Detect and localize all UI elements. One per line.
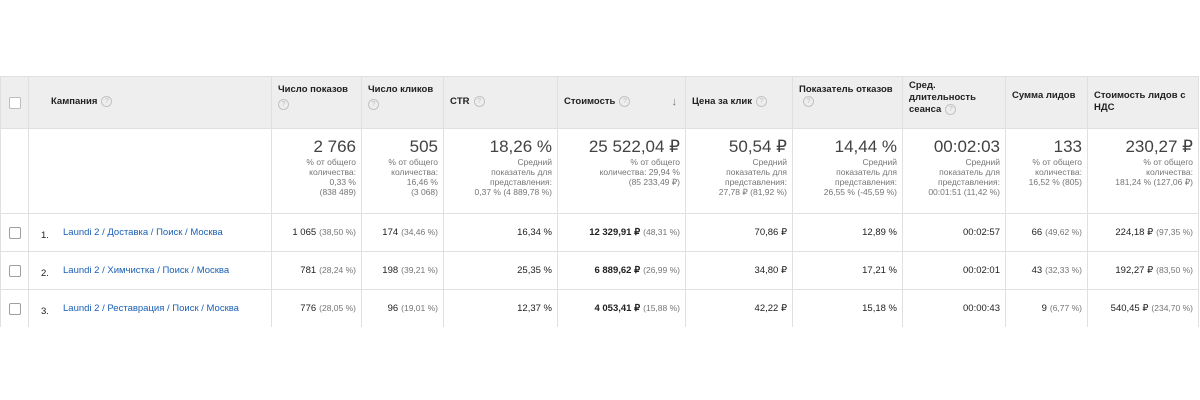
cell-ctr: 25,35 % — [443, 251, 558, 290]
header-bounce-rate[interactable]: Показатель отказов? — [792, 76, 903, 129]
header-ctr[interactable]: CTR? — [443, 76, 558, 129]
help-icon[interactable]: ? — [756, 96, 768, 107]
cell-lead-cost-vat: 224,18 ₽ (97,35 %) — [1087, 213, 1199, 252]
cell-leads-sum: 9 (6,77 %) — [1005, 289, 1088, 327]
cell-cost: 4 053,41 ₽ (15,88 %) — [557, 289, 686, 327]
cell-session-duration: 00:02:01 — [902, 251, 1006, 290]
row-number: 2. — [41, 268, 49, 279]
cell-session-duration: 00:02:57 — [902, 213, 1006, 252]
table-row: 2. Laundi 2 / Химчистка / Поиск / Москва … — [0, 251, 1199, 290]
campaign-report-table: Кампания? Число показов? Число кликов? C… — [0, 76, 1199, 327]
select-all-cell — [0, 76, 29, 129]
cell-bounce-rate: 15,18 % — [792, 289, 903, 327]
total-lead-cost-vat: 230,27 ₽% от общего количества: 181,24 % (… — [1087, 128, 1199, 214]
header-impressions[interactable]: Число показов? — [271, 76, 362, 129]
cell-clicks: 198 (39,21 %) — [361, 251, 444, 290]
cell-cpc: 42,22 ₽ — [685, 289, 793, 327]
total-bounce-rate: 14,44 % Средний показатель для представлени… — [792, 128, 903, 214]
total-impressions: 2 766% от общего количества: 0,33 % (838 48… — [271, 128, 362, 214]
row-checkbox[interactable] — [8, 264, 21, 277]
table-header: Кампания? Число показов? Число кликов? C… — [0, 76, 1199, 129]
header-campaign[interactable]: Кампания? — [28, 76, 272, 129]
header-cost[interactable]: Стоимость? ↓ — [557, 76, 686, 129]
header-session-duration[interactable]: Сред. длительность сеанса? — [902, 76, 1006, 129]
select-all-checkbox[interactable] — [8, 97, 21, 109]
cell-bounce-rate: 17,21 % — [792, 251, 903, 290]
row-number: 3. — [41, 306, 49, 317]
cell-lead-cost-vat: 192,27 ₽ (83,50 %) — [1087, 251, 1199, 290]
cell-clicks: 174 (34,46 %) — [361, 213, 444, 252]
cell-clicks: 96 (19,01 %) — [361, 289, 444, 327]
cell-cost: 12 329,91 ₽ (48,31 %) — [557, 213, 686, 252]
total-leads-sum: 133% от общего количества: 16,52 % (805) — [1005, 128, 1088, 214]
help-icon[interactable]: ? — [101, 96, 113, 107]
header-cpc[interactable]: Цена за клик? — [685, 76, 793, 129]
cell-bounce-rate: 12,89 % — [792, 213, 903, 252]
total-session-duration: 00:02:03 Средний показатель для представлен… — [902, 128, 1006, 214]
cell-cpc: 34,80 ₽ — [685, 251, 793, 290]
campaign-link[interactable]: Laundi 2 / Химчистка / Поиск / Москва — [63, 265, 253, 276]
cell-ctr: 16,34 % — [443, 213, 558, 252]
header-leads-sum[interactable]: Сумма лидов — [1005, 76, 1088, 129]
cell-lead-cost-vat: 540,45 ₽ (234,70 %) — [1087, 289, 1199, 327]
header-clicks[interactable]: Число кликов? — [361, 76, 444, 129]
row-checkbox[interactable] — [8, 302, 21, 315]
cell-leads-sum: 66 (49,62 %) — [1005, 213, 1088, 252]
cell-session-duration: 00:00:43 — [902, 289, 1006, 327]
cell-cost: 6 889,62 ₽ (26,99 %) — [557, 251, 686, 290]
cell-impressions: 781 (28,24 %) — [271, 251, 362, 290]
header-lead-cost-vat[interactable]: Стоимость лидов с НДС — [1087, 76, 1199, 129]
help-icon[interactable]: ? — [368, 99, 379, 110]
cell-impressions: 776 (28,05 %) — [271, 289, 362, 327]
campaign-link[interactable]: Laundi 2 / Реставрация / Поиск / Москва — [63, 303, 253, 314]
campaign-link[interactable]: Laundi 2 / Доставка / Поиск / Москва — [63, 227, 253, 238]
cell-ctr: 12,37 % — [443, 289, 558, 327]
cell-impressions: 1 065 (38,50 %) — [271, 213, 362, 252]
total-cpc: 50,54 ₽ Средний показатель для представлени… — [685, 128, 793, 214]
row-checkbox[interactable] — [8, 226, 21, 239]
campaign-rows: 1. Laundi 2 / Доставка / Поиск / Москва 1… — [0, 213, 1199, 327]
table-row: 1. Laundi 2 / Доставка / Поиск / Москва 1… — [0, 213, 1199, 252]
help-icon[interactable]: ? — [278, 99, 289, 110]
help-icon[interactable]: ? — [473, 96, 485, 107]
report-table-container: Кампания? Число показов? Число кликов? C… — [0, 76, 1199, 327]
total-clicks: 505% от общего количества: 16,46 % (3 068) — [361, 128, 444, 214]
help-icon[interactable]: ? — [803, 96, 814, 107]
help-icon[interactable]: ? — [945, 104, 957, 115]
table-row: 3. Laundi 2 / Реставрация / Поиск / Москв… — [0, 289, 1199, 327]
totals-row: 2 766% от общего количества: 0,33 % (838 48… — [0, 128, 1199, 214]
total-ctr: 18,26 % Средний показатель для представлени… — [443, 128, 558, 214]
total-cost: 25 522,04 ₽% от общего количества: 29,94 … — [557, 128, 686, 214]
row-number: 1. — [41, 230, 49, 241]
help-icon[interactable]: ? — [619, 96, 631, 107]
cell-leads-sum: 43 (32,33 %) — [1005, 251, 1088, 290]
cell-cpc: 70,86 ₽ — [685, 213, 793, 252]
sort-descending-icon[interactable]: ↓ — [672, 96, 678, 108]
